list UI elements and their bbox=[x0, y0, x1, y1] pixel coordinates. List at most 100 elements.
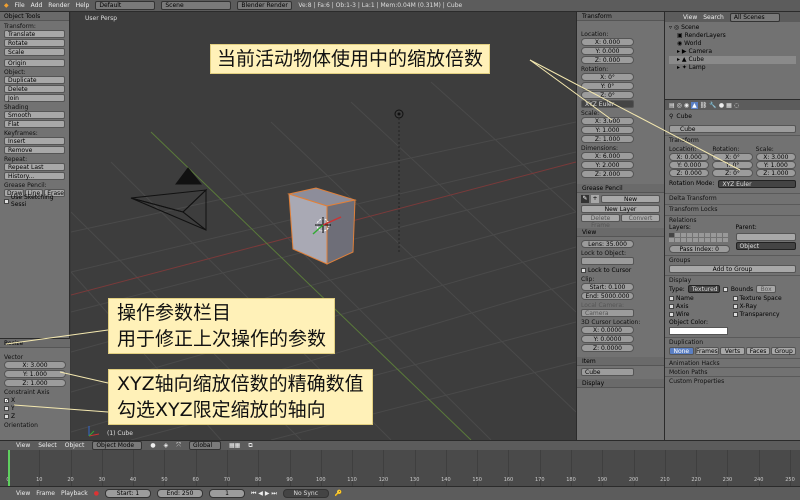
np-dimensions-x[interactable]: X: 6.000 bbox=[581, 152, 634, 160]
constraint-z-checkbox[interactable]: Z bbox=[0, 412, 70, 420]
timeline-frame-menu[interactable]: Frame bbox=[36, 490, 55, 497]
props-transform-title[interactable]: Transform bbox=[665, 135, 800, 144]
scene-tab-icon[interactable]: ◎ bbox=[677, 102, 682, 109]
menu-add[interactable]: Add bbox=[31, 2, 43, 9]
np-location-x[interactable]: X: 0.000 bbox=[581, 38, 634, 46]
menu-render[interactable]: Render bbox=[48, 2, 69, 9]
object-color-swatch[interactable] bbox=[669, 327, 728, 335]
props-scale-z[interactable]: Z: 1.000 bbox=[755, 169, 796, 177]
translate-button[interactable]: Translate bbox=[4, 30, 65, 38]
scene-select[interactable]: Scene bbox=[161, 1, 232, 10]
np-lock-cursor-checkbox[interactable]: Lock to Cursor bbox=[577, 266, 664, 274]
mode-select[interactable]: Object Mode bbox=[92, 441, 143, 450]
dup-frames-button[interactable]: Frames bbox=[694, 347, 720, 355]
texture-space-checkbox[interactable]: Texture Space bbox=[732, 294, 797, 302]
name-checkbox[interactable]: Name bbox=[669, 294, 733, 302]
props-rotation-y[interactable]: Y: 0° bbox=[712, 161, 753, 169]
np-new-layer-button[interactable]: New Layer bbox=[581, 205, 660, 213]
outliner-item-scene[interactable]: ▿ ◎ Scene bbox=[669, 24, 796, 32]
xray-checkbox[interactable]: X-Ray bbox=[732, 302, 797, 310]
np-grease-new-button[interactable]: New bbox=[601, 195, 660, 203]
np-dimensions-z[interactable]: Z: 2.000 bbox=[581, 170, 634, 178]
flat-button[interactable]: Flat bbox=[4, 120, 65, 128]
physics-tab-icon[interactable]: ◌ bbox=[734, 102, 739, 109]
playback-controls-icon[interactable]: ⏮ ◀ ▶ ⏭ bbox=[251, 490, 277, 498]
np-lens-field[interactable]: Lens: 35.000 bbox=[581, 240, 634, 248]
wire-checkbox[interactable]: Wire bbox=[669, 310, 733, 318]
current-frame-field[interactable]: 1 bbox=[208, 489, 245, 498]
constraints-tab-icon[interactable]: ⛓ bbox=[700, 102, 708, 109]
rotation-mode-select[interactable]: XYZ Euler bbox=[718, 180, 796, 188]
np-item-name-field[interactable]: Cube bbox=[581, 368, 634, 376]
redo-vector-x[interactable]: X: 3.000 bbox=[4, 361, 66, 369]
object-name-field[interactable]: Cube bbox=[669, 125, 796, 133]
np-rotation-x[interactable]: X: 0° bbox=[581, 73, 634, 81]
np-view-title[interactable]: View bbox=[577, 228, 664, 237]
np-clip-start[interactable]: Start: 0.100 bbox=[581, 283, 634, 291]
np-item-title[interactable]: Item bbox=[577, 357, 664, 366]
np-rotation-y[interactable]: Y: 0° bbox=[581, 82, 634, 90]
texture-tab-icon[interactable]: ▦ bbox=[726, 102, 732, 109]
dup-faces-button[interactable]: Faces bbox=[745, 347, 771, 355]
np-location-y[interactable]: Y: 0.000 bbox=[581, 47, 634, 55]
constraint-x-checkbox[interactable]: ✓ X bbox=[0, 396, 70, 404]
display-section[interactable]: Display bbox=[665, 275, 800, 284]
np-scale-z[interactable]: Z: 1.000 bbox=[581, 135, 634, 143]
sync-select[interactable]: No Sync bbox=[282, 489, 329, 498]
camera-object[interactable] bbox=[130, 167, 208, 232]
outliner-menu-search[interactable]: Search bbox=[703, 14, 724, 21]
delta-transform-section[interactable]: Delta Transform bbox=[665, 193, 800, 202]
origin-button[interactable]: Origin bbox=[4, 59, 65, 67]
dup-group-button[interactable]: Group bbox=[771, 347, 796, 355]
object-menu[interactable]: Object bbox=[65, 442, 85, 449]
lamp-object[interactable] bbox=[394, 109, 404, 252]
outliner-filter-select[interactable]: All Scenes bbox=[729, 12, 780, 22]
repeat-last-button[interactable]: Repeat Last bbox=[4, 163, 65, 171]
orientation-select[interactable]: Global bbox=[189, 441, 221, 450]
scale-button[interactable]: Scale bbox=[4, 48, 65, 56]
np-location-z[interactable]: Z: 0.000 bbox=[581, 56, 634, 64]
np-grease-title[interactable]: Grease Pencil bbox=[577, 184, 664, 193]
outliner-menu-view[interactable]: View bbox=[683, 14, 697, 21]
delete-button[interactable]: Delete bbox=[4, 85, 65, 93]
cube-object[interactable] bbox=[287, 187, 357, 265]
np-clip-end[interactable]: End: 5000.000 bbox=[581, 292, 634, 300]
render-tab-icon[interactable]: ▤ bbox=[669, 102, 675, 109]
snap-icon[interactable]: ⧉ bbox=[248, 442, 252, 450]
checkbox-icon[interactable] bbox=[722, 286, 728, 292]
bounds-type-select[interactable]: Box bbox=[756, 285, 777, 293]
pivot-icon[interactable]: ◈ bbox=[164, 442, 169, 449]
props-scale-x[interactable]: X: 3.000 bbox=[755, 153, 796, 161]
redo-title[interactable]: Resize bbox=[0, 339, 70, 348]
props-scale-y[interactable]: Y: 1.000 bbox=[755, 161, 796, 169]
add-icon[interactable]: + bbox=[591, 195, 599, 203]
axis-checkbox[interactable]: Axis bbox=[669, 302, 733, 310]
motion-paths-section[interactable]: Motion Paths bbox=[665, 367, 800, 376]
props-rotation-z[interactable]: Z: 0° bbox=[712, 169, 753, 177]
render-engine-select[interactable]: Blender Render bbox=[237, 1, 293, 10]
parent-field[interactable] bbox=[735, 233, 796, 241]
transparency-checkbox[interactable]: Transparency bbox=[732, 310, 797, 318]
outliner-item-world[interactable]: ◉ World bbox=[669, 40, 796, 48]
redo-vector-z[interactable]: Z: 1.000 bbox=[4, 379, 66, 387]
end-frame-field[interactable]: End: 250 bbox=[156, 489, 203, 498]
outliner-item-lamp[interactable]: ▸ ✦ Lamp bbox=[669, 64, 796, 72]
material-tab-icon[interactable]: ● bbox=[719, 102, 724, 109]
animation-hacks-section[interactable]: Animation Hacks bbox=[665, 358, 800, 367]
smooth-button[interactable]: Smooth bbox=[4, 111, 65, 119]
transform-locks-section[interactable]: Transform Locks bbox=[665, 204, 800, 213]
np-rotation-z[interactable]: Z: 0° bbox=[581, 91, 634, 99]
np-cursor-z[interactable]: Z: 0.0000 bbox=[581, 344, 634, 352]
redo-vector-y[interactable]: Y: 1.000 bbox=[4, 370, 66, 378]
remove-keyframe-button[interactable]: Remove bbox=[4, 146, 65, 154]
start-frame-field[interactable]: Start: 1 bbox=[104, 489, 151, 498]
screen-layout-select[interactable]: Default bbox=[95, 1, 156, 10]
np-euler-select[interactable]: XYZ Euler bbox=[581, 100, 634, 108]
keying-icon[interactable]: 🔑 bbox=[335, 490, 342, 497]
timeline-view-menu[interactable]: View bbox=[16, 490, 30, 497]
custom-properties-section[interactable]: Custom Properties bbox=[665, 376, 800, 385]
menu-help[interactable]: Help bbox=[76, 2, 90, 9]
np-convert-button[interactable]: Convert bbox=[621, 214, 660, 222]
props-rotation-x[interactable]: X: 0° bbox=[712, 153, 753, 161]
record-icon[interactable]: ● bbox=[94, 490, 99, 497]
